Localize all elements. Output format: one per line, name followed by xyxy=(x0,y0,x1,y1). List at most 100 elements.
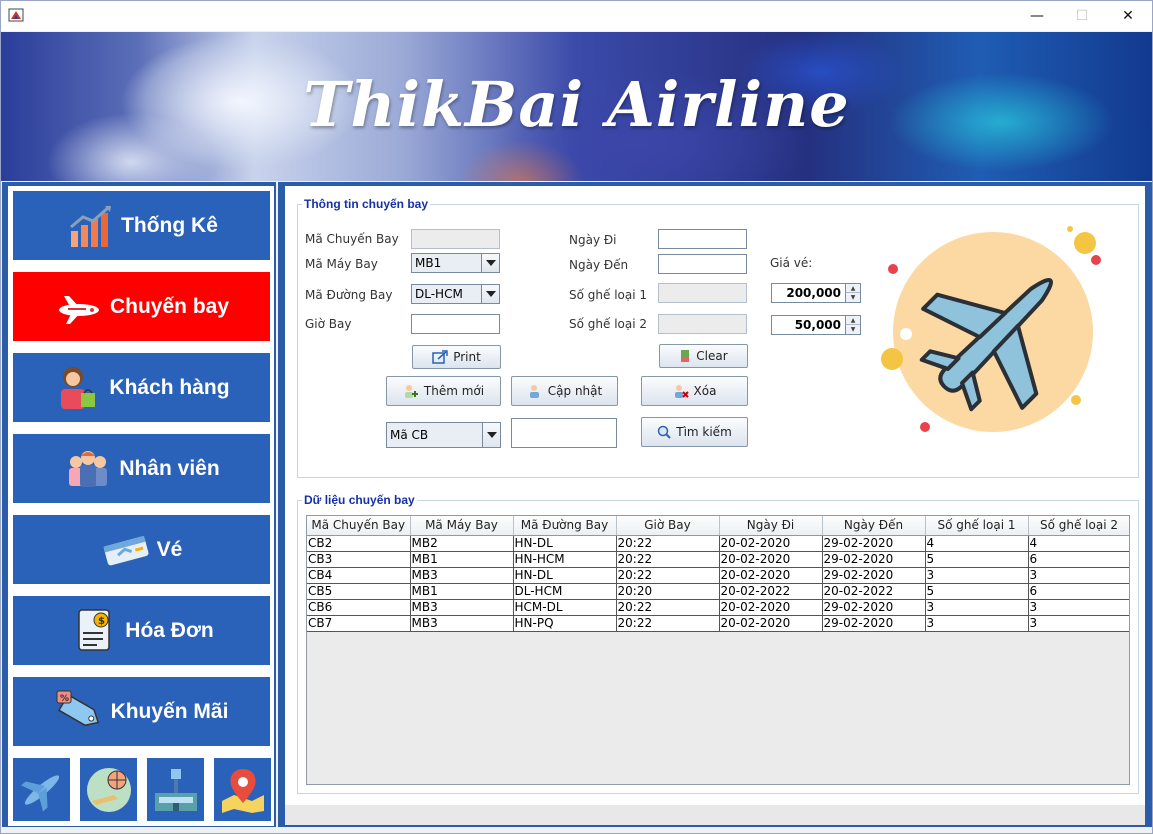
time-field[interactable] xyxy=(411,314,500,334)
table-cell[interactable]: 20-02-2022 xyxy=(719,583,823,600)
table-cell[interactable]: 29-02-2020 xyxy=(822,615,926,632)
clear-button[interactable]: Clear xyxy=(659,344,748,368)
table-cell[interactable]: HCM-DL xyxy=(513,599,617,616)
sidebar-item-promotions[interactable]: % Khuyến Mãi xyxy=(13,677,270,746)
table-cell[interactable]: 20:20 xyxy=(616,583,720,600)
spin-up-icon[interactable]: ▲ xyxy=(845,316,860,325)
chevron-down-icon[interactable] xyxy=(481,254,499,272)
table-cell[interactable]: 4 xyxy=(1028,535,1129,552)
update-button[interactable]: Cập nhật xyxy=(511,376,618,406)
close-button[interactable]: ✕ xyxy=(1105,1,1151,31)
seats-type1-field[interactable] xyxy=(658,283,747,303)
table-cell[interactable]: CB2 xyxy=(307,535,411,552)
column-header[interactable]: Giờ Bay xyxy=(616,516,720,536)
seats-type2-field[interactable] xyxy=(658,314,747,334)
spin-down-icon[interactable]: ▼ xyxy=(845,325,860,334)
sidebar-item-staff[interactable]: Nhân viên xyxy=(13,434,270,503)
table-row[interactable]: CB2 MB2 HN-DL 20:22 20-02-2020 29-02-2020 4 4 xyxy=(307,535,1129,552)
table-cell[interactable]: 4 xyxy=(925,535,1029,552)
table-row[interactable]: CB7 MB3 HN-PQ 20:22 20-02-2020 29-02-2020 3 3 xyxy=(307,615,1129,632)
price-type1-spinner[interactable]: 200,000 ▲ ▼ xyxy=(771,283,861,303)
table-cell[interactable]: 3 xyxy=(925,599,1029,616)
table-row[interactable]: CB6 MB3 HCM-DL 20:22 20-02-2020 29-02-2020 3 3 xyxy=(307,599,1129,616)
sidebar-item-tickets[interactable]: Vé xyxy=(13,515,270,584)
table-cell[interactable]: 29-02-2020 xyxy=(822,551,926,568)
flight-code-field[interactable] xyxy=(411,229,500,249)
minimize-button[interactable]: — xyxy=(1014,1,1060,31)
column-header[interactable]: Ngày Đi xyxy=(719,516,823,536)
table-cell[interactable]: CB5 xyxy=(307,583,411,600)
table-cell[interactable]: CB6 xyxy=(307,599,411,616)
table-cell[interactable]: 29-02-2020 xyxy=(822,535,926,552)
table-cell[interactable]: 3 xyxy=(1028,599,1129,616)
table-cell[interactable]: MB3 xyxy=(410,599,514,616)
table-row[interactable]: CB5 MB1 DL-HCM 20:20 20-02-2022 20-02-2022 5 6 xyxy=(307,583,1129,600)
table-cell[interactable]: 20:22 xyxy=(616,551,720,568)
table-cell[interactable]: 20-02-2020 xyxy=(719,615,823,632)
print-button[interactable]: Print xyxy=(412,345,501,369)
table-cell[interactable]: HN-DL xyxy=(513,535,617,552)
spin-down-icon[interactable]: ▼ xyxy=(845,293,860,302)
table-cell[interactable]: CB3 xyxy=(307,551,411,568)
add-button[interactable]: Thêm mới xyxy=(386,376,501,406)
table-cell[interactable]: 20-02-2020 xyxy=(719,551,823,568)
chevron-down-icon[interactable] xyxy=(482,423,500,447)
table-cell[interactable]: DL-HCM xyxy=(513,583,617,600)
table-cell[interactable]: HN-DL xyxy=(513,567,617,584)
column-header[interactable]: Mã Chuyến Bay xyxy=(307,516,411,536)
table-cell[interactable]: HN-PQ xyxy=(513,615,617,632)
table-cell[interactable]: 6 xyxy=(1028,583,1129,600)
column-header[interactable]: Số ghế loại 2 xyxy=(1028,516,1129,536)
column-header[interactable]: Mã Máy Bay xyxy=(410,516,514,536)
table-cell[interactable]: MB1 xyxy=(410,583,514,600)
table-row[interactable]: CB4 MB3 HN-DL 20:22 20-02-2020 29-02-2020 3 3 xyxy=(307,567,1129,584)
search-input[interactable] xyxy=(511,418,617,448)
arrive-date-field[interactable] xyxy=(658,254,747,274)
table-cell[interactable]: CB4 xyxy=(307,567,411,584)
route-code-select[interactable]: DL-HCM xyxy=(411,284,500,304)
sidebar-item-customers[interactable]: Khách hàng xyxy=(13,353,270,422)
table-cell[interactable]: 20:22 xyxy=(616,535,720,552)
price-type2-spinner[interactable]: 50,000 ▲ ▼ xyxy=(771,315,861,335)
chevron-down-icon[interactable] xyxy=(481,285,499,303)
quick-airplane-button[interactable] xyxy=(13,758,70,821)
quick-location-button[interactable] xyxy=(214,758,271,821)
table-cell[interactable]: 20-02-2020 xyxy=(719,535,823,552)
quick-airport-button[interactable] xyxy=(147,758,204,821)
table-row[interactable]: CB3 MB1 HN-HCM 20:22 20-02-2020 29-02-2020 5 6 xyxy=(307,551,1129,568)
column-header[interactable]: Ngày Đến xyxy=(822,516,926,536)
depart-date-field[interactable] xyxy=(658,229,747,249)
table-cell[interactable]: 20:22 xyxy=(616,567,720,584)
table-cell[interactable]: CB7 xyxy=(307,615,411,632)
quick-globe-button[interactable] xyxy=(80,758,137,821)
table-cell[interactable]: MB3 xyxy=(410,567,514,584)
column-header[interactable]: Số ghế loại 1 xyxy=(925,516,1029,536)
maximize-button[interactable]: ☐ xyxy=(1059,1,1105,31)
table-cell[interactable]: 29-02-2020 xyxy=(822,567,926,584)
table-cell[interactable]: 3 xyxy=(925,567,1029,584)
table-cell[interactable]: 29-02-2020 xyxy=(822,599,926,616)
search-button[interactable]: Tìm kiếm xyxy=(641,417,748,447)
table-cell[interactable]: 3 xyxy=(1028,567,1129,584)
plane-code-select[interactable]: MB1 xyxy=(411,253,500,273)
table-cell[interactable]: 5 xyxy=(925,583,1029,600)
table-cell[interactable]: MB3 xyxy=(410,615,514,632)
table-cell[interactable]: 5 xyxy=(925,551,1029,568)
table-cell[interactable]: 20-02-2020 xyxy=(719,599,823,616)
table-cell[interactable]: 20:22 xyxy=(616,599,720,616)
table-cell[interactable]: HN-HCM xyxy=(513,551,617,568)
sidebar-item-invoices[interactable]: $ Hóa Đơn xyxy=(13,596,270,665)
table-cell[interactable]: MB2 xyxy=(410,535,514,552)
table-cell[interactable]: 20-02-2020 xyxy=(719,567,823,584)
search-field-select[interactable]: Mã CB xyxy=(386,422,501,448)
table-cell[interactable]: 3 xyxy=(925,615,1029,632)
delete-button[interactable]: Xóa xyxy=(641,376,748,406)
sidebar-item-statistics[interactable]: Thống Kê xyxy=(13,191,270,260)
table-cell[interactable]: 20-02-2022 xyxy=(822,583,926,600)
column-header[interactable]: Mã Đường Bay xyxy=(513,516,617,536)
sidebar-item-flights[interactable]: Chuyến bay xyxy=(13,272,270,341)
table-cell[interactable]: MB1 xyxy=(410,551,514,568)
table-cell[interactable]: 20:22 xyxy=(616,615,720,632)
table-cell[interactable]: 3 xyxy=(1028,615,1129,632)
spin-up-icon[interactable]: ▲ xyxy=(845,284,860,293)
